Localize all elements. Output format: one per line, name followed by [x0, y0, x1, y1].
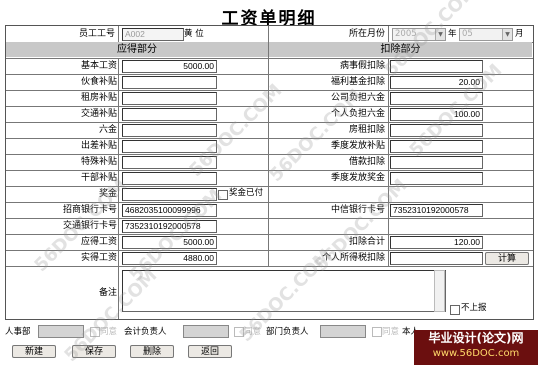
deduct-input[interactable] — [390, 172, 483, 185]
income-label: 干部补贴 — [80, 173, 117, 183]
deduct-input[interactable] — [390, 60, 483, 73]
deduct-label: 借款扣除 — [348, 157, 385, 167]
hr-agree-checkbox[interactable] — [90, 327, 100, 337]
chevron-down-icon: ▼ — [502, 29, 512, 40]
save-button[interactable]: 保存 — [72, 345, 116, 358]
deduct-input[interactable] — [390, 92, 483, 105]
accountant-agree-label: 同意 — [244, 327, 262, 337]
delete-button[interactable]: 删除 — [130, 345, 174, 358]
emp-id-input[interactable]: A002 — [122, 28, 184, 41]
cmb-card-input[interactable]: 4682035100099996 — [122, 204, 217, 217]
deduct-input[interactable] — [390, 156, 483, 169]
dept-agree-label: 同意 — [382, 327, 400, 337]
deduct-input[interactable] — [390, 140, 483, 153]
income-input[interactable] — [122, 108, 217, 121]
deduct-input[interactable]: 20.00 — [390, 76, 483, 89]
deduct-total-input[interactable]: 120.00 — [390, 236, 483, 249]
site-banner[interactable]: 毕业设计(论文)网 www.56DOC.com — [414, 330, 538, 365]
income-section-header: 应得部分 — [6, 42, 268, 57]
hr-sign-box[interactable] — [38, 325, 84, 338]
deduct-label: 房租扣除 — [348, 125, 385, 135]
year-select-value: 2005 — [395, 29, 417, 39]
income-label: 伙食补贴 — [80, 77, 117, 87]
month-select[interactable]: 05 ▼ — [459, 28, 513, 41]
gross-pay-input[interactable]: 5000.00 — [122, 236, 217, 249]
income-label: 特殊补贴 — [80, 157, 117, 167]
income-label: 租房补贴 — [80, 93, 117, 103]
bonus-paid-label: 奖金已付 — [229, 188, 264, 198]
calculate-button[interactable]: 计算 — [485, 252, 529, 265]
not-reported-label: 不上报 — [461, 303, 487, 313]
banner-url: www.56DOC.com — [432, 348, 520, 359]
deduct-label: 个人负担六金 — [330, 109, 385, 119]
deduct-label: 季度发放补贴 — [330, 141, 385, 151]
income-label: 交通补贴 — [80, 109, 117, 119]
remark-scrollbar[interactable] — [434, 270, 445, 312]
not-reported-checkbox[interactable] — [450, 305, 460, 315]
dept-sign-box[interactable] — [320, 325, 366, 338]
net-pay-label: 实得工资 — [80, 253, 117, 263]
dept-agree-checkbox[interactable] — [372, 327, 382, 337]
deduct-input[interactable] — [390, 124, 483, 137]
bonus-paid-checkbox[interactable] — [218, 190, 228, 200]
citic-card-label: 中信银行卡号 — [330, 205, 385, 215]
deduct-label: 季度发放奖金 — [330, 173, 385, 183]
income-input[interactable]: 5000.00 — [122, 60, 217, 73]
income-label: 基本工资 — [80, 61, 117, 71]
year-unit: 年 — [448, 29, 457, 39]
year-select[interactable]: 2005 ▼ — [392, 28, 446, 41]
deduct-label: 福利基金扣除 — [330, 77, 385, 87]
income-label: 六金 — [98, 125, 117, 135]
dept-label: 部门负责人 — [266, 327, 309, 337]
income-label: 出差补贴 — [80, 141, 117, 151]
bonus-input[interactable] — [122, 188, 217, 201]
cmb-card-label: 招商银行卡号 — [62, 205, 117, 215]
back-button[interactable]: 返回 — [188, 345, 232, 358]
gross-pay-label: 应得工资 — [80, 237, 117, 247]
remark-label: 备注 — [98, 288, 117, 298]
deduct-total-label: 扣除合计 — [348, 237, 385, 247]
income-input[interactable] — [122, 124, 217, 137]
hr-agree-label: 同意 — [100, 327, 118, 337]
comm-card-label: 交通银行卡号 — [62, 221, 117, 231]
banner-title: 毕业设计(论文)网 — [428, 331, 524, 345]
month-label: 所在月份 — [348, 29, 385, 39]
deduct-input[interactable]: 100.00 — [390, 108, 483, 121]
income-input[interactable] — [122, 140, 217, 153]
accountant-label: 会计负责人 — [124, 327, 167, 337]
deduct-label: 病事假扣除 — [339, 61, 385, 71]
hr-label: 人事部 — [5, 327, 31, 337]
income-tax-input[interactable] — [390, 252, 483, 265]
income-input[interactable] — [122, 92, 217, 105]
new-button[interactable]: 新建 — [12, 345, 56, 358]
deduct-label: 公司负担六金 — [330, 93, 385, 103]
income-input[interactable] — [122, 172, 217, 185]
net-pay-input[interactable]: 4880.00 — [122, 252, 217, 265]
citic-card-input[interactable]: 7352310192000578 — [390, 204, 483, 217]
bonus-label: 奖金 — [98, 189, 117, 199]
emp-id-label: 员工工号 — [78, 29, 115, 39]
accountant-agree-checkbox[interactable] — [234, 327, 244, 337]
income-tax-label: 个人所得税扣除 — [321, 253, 385, 263]
income-input[interactable] — [122, 156, 217, 169]
emp-name: 黄 位 — [184, 29, 204, 39]
remark-textarea[interactable] — [122, 270, 446, 312]
month-select-value: 05 — [462, 29, 473, 39]
accountant-sign-box[interactable] — [183, 325, 229, 338]
deduct-section-header: 扣除部分 — [269, 42, 532, 57]
chevron-down-icon: ▼ — [435, 29, 445, 40]
comm-card-input[interactable]: 7352310192000578 — [122, 220, 217, 233]
income-input[interactable] — [122, 76, 217, 89]
month-unit: 月 — [515, 29, 524, 39]
